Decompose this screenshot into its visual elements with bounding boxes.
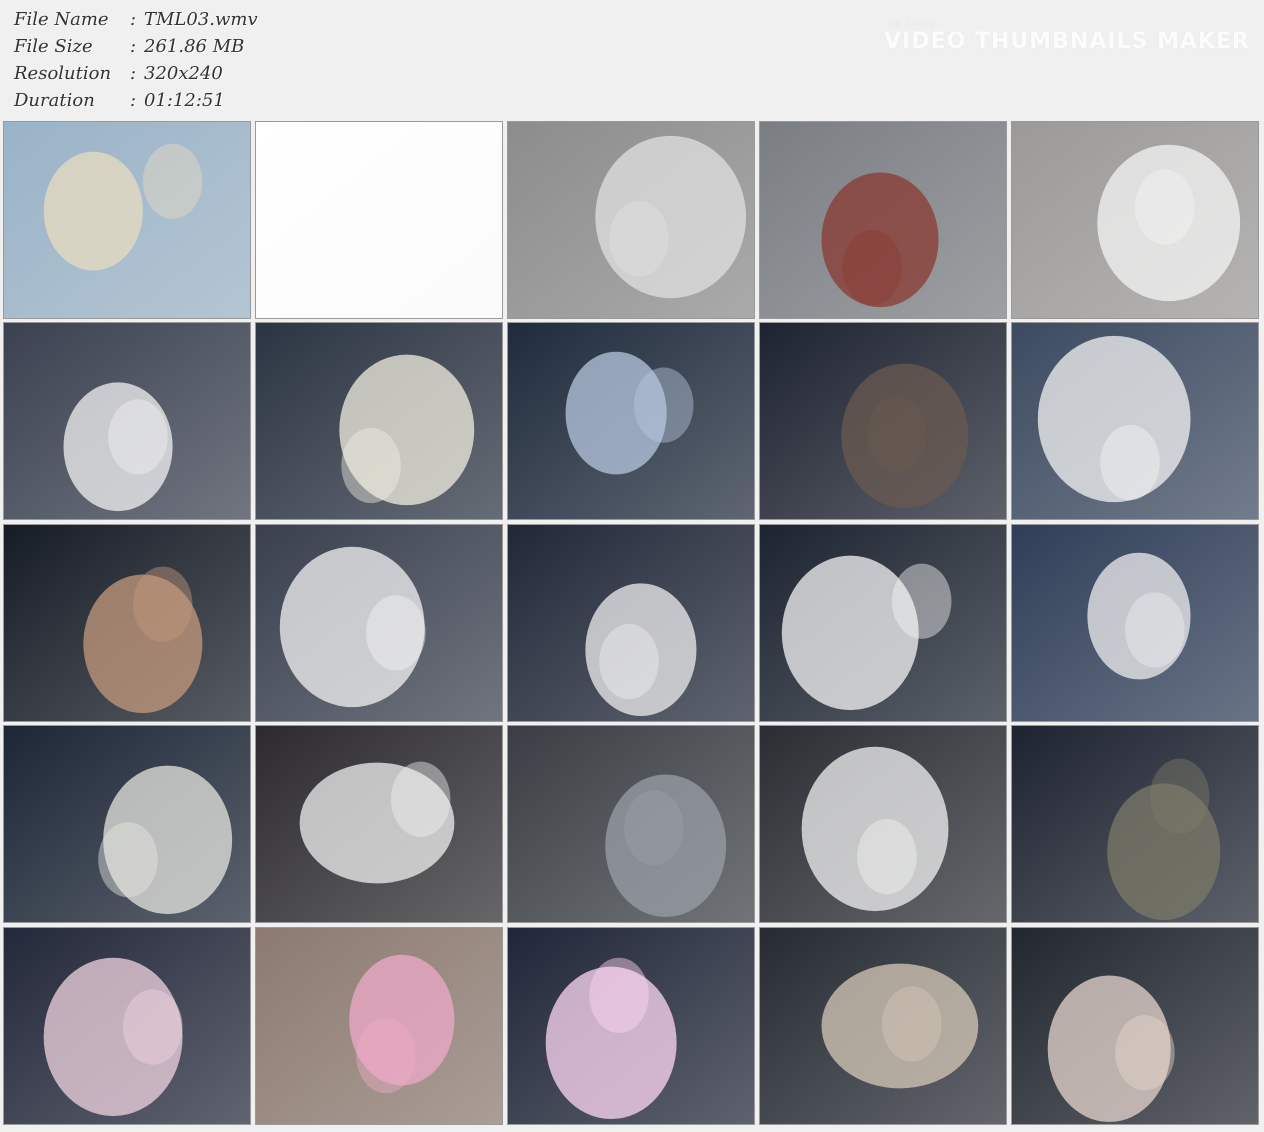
thumbnail-frame-image bbox=[508, 323, 754, 519]
thumbnail-frame-image bbox=[508, 525, 754, 721]
brand-title: VIDEO THUMBNAILS MAKER bbox=[884, 29, 1250, 54]
thumbnail-frame-image bbox=[1012, 525, 1258, 721]
thumbnail-frame-image bbox=[256, 323, 502, 519]
video-thumbnail[interactable] bbox=[759, 725, 1007, 923]
thumbnail-frame-image bbox=[760, 928, 1006, 1124]
video-thumbnail[interactable] bbox=[255, 927, 503, 1125]
video-thumbnail[interactable] bbox=[1011, 121, 1259, 319]
info-header: File Name: TML03.wmv File Size:261.86 MB Re… bbox=[0, 0, 1264, 118]
info-separator: : bbox=[129, 63, 137, 84]
video-thumbnail[interactable] bbox=[759, 121, 1007, 319]
info-separator: : bbox=[129, 9, 137, 30]
info-value: 261.86 MB bbox=[144, 36, 245, 57]
thumbnail-frame-image bbox=[1012, 928, 1258, 1124]
thumbnail-frame-image bbox=[760, 323, 1006, 519]
video-thumbnail[interactable] bbox=[1011, 524, 1259, 722]
thumbnail-frame-image bbox=[1012, 726, 1258, 922]
video-thumbnail[interactable] bbox=[3, 524, 251, 722]
thumbnail-frame-image bbox=[4, 726, 250, 922]
info-separator: : bbox=[129, 90, 137, 111]
info-separator: : bbox=[129, 36, 137, 57]
thumbnail-frame-image bbox=[760, 525, 1006, 721]
info-value: 320x240 bbox=[144, 63, 223, 84]
thumbnail-frame-image bbox=[256, 928, 502, 1124]
info-label: File Size bbox=[14, 36, 93, 57]
thumbnail-frame-image bbox=[508, 122, 754, 318]
video-thumbnail[interactable] bbox=[507, 322, 755, 520]
thumbnail-frame-image bbox=[4, 928, 250, 1124]
video-thumbnail[interactable] bbox=[3, 725, 251, 923]
video-thumbnail[interactable] bbox=[255, 322, 503, 520]
video-thumbnail[interactable] bbox=[255, 524, 503, 722]
video-thumbnail[interactable] bbox=[759, 322, 1007, 520]
thumbnail-frame-image bbox=[760, 122, 1006, 318]
thumbnail-frame-image bbox=[4, 122, 250, 318]
video-thumbnail[interactable] bbox=[1011, 322, 1259, 520]
video-thumbnail[interactable] bbox=[255, 121, 503, 319]
brand-byline: by Scorp bbox=[888, 16, 937, 29]
thumbnail-frame-image bbox=[1012, 323, 1258, 519]
video-thumbnail[interactable] bbox=[507, 524, 755, 722]
thumbnail-frame-image bbox=[4, 525, 250, 721]
video-thumbnail[interactable] bbox=[255, 725, 503, 923]
info-value: TML03.wmv bbox=[144, 9, 258, 30]
video-thumbnail[interactable] bbox=[507, 927, 755, 1125]
video-thumbnail[interactable] bbox=[759, 927, 1007, 1125]
video-thumbnail[interactable] bbox=[1011, 927, 1259, 1125]
video-thumbnail[interactable] bbox=[3, 121, 251, 319]
thumbnail-frame-image bbox=[1012, 122, 1258, 318]
info-label: File Name bbox=[14, 9, 109, 30]
info-value: 01:12:51 bbox=[144, 90, 225, 111]
thumbnail-frame-image bbox=[4, 323, 250, 519]
info-label: Duration bbox=[14, 90, 95, 111]
thumbnail-frame-image bbox=[256, 525, 502, 721]
video-thumbnail[interactable] bbox=[759, 524, 1007, 722]
video-thumbnail[interactable] bbox=[3, 322, 251, 520]
thumbnail-frame-image bbox=[508, 928, 754, 1124]
video-thumbnail[interactable] bbox=[507, 121, 755, 319]
thumbnail-frame-image bbox=[256, 122, 502, 318]
video-thumbnail[interactable] bbox=[507, 725, 755, 923]
thumbnail-frame-image bbox=[508, 726, 754, 922]
thumbnail-frame-image bbox=[760, 726, 1006, 922]
thumbnail-frame-image bbox=[256, 726, 502, 922]
watermark-brand: by Scorp VIDEO THUMBNAILS MAKER bbox=[884, 16, 1250, 54]
video-thumbnail[interactable] bbox=[3, 927, 251, 1125]
info-label: Resolution bbox=[14, 63, 112, 84]
video-thumbnail[interactable] bbox=[1011, 725, 1259, 923]
